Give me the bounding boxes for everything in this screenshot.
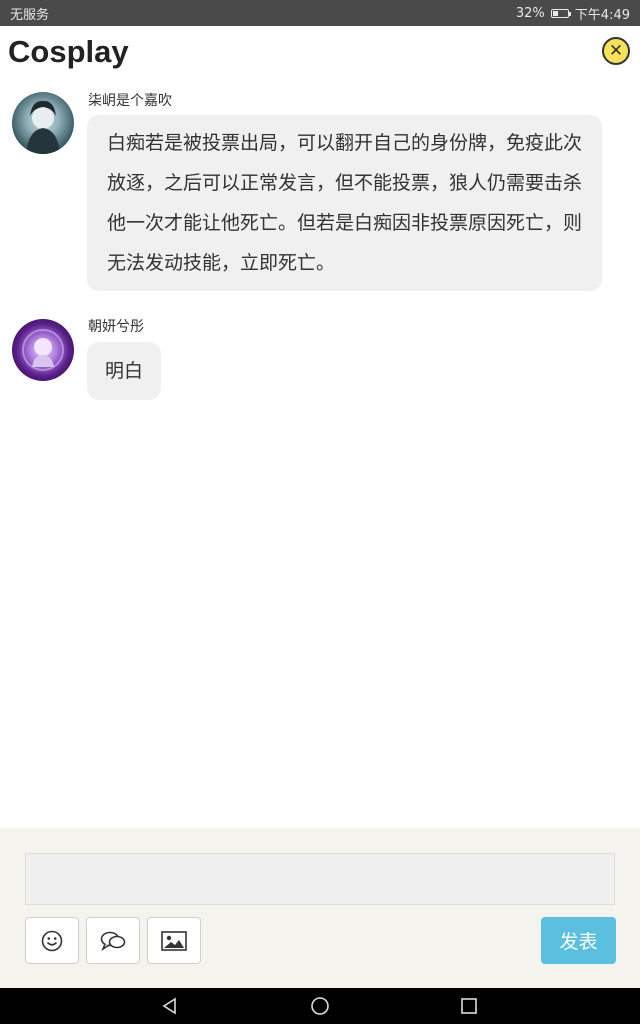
emoji-button[interactable] bbox=[25, 917, 79, 964]
message-bubble[interactable]: 白痴若是被投票出局，可以翻开自己的身份牌，免疫此次放逐，之后可以正常发言，但不能… bbox=[87, 115, 602, 291]
chat-bubbles-icon bbox=[100, 931, 126, 951]
sender-name: 朝妍兮彤 bbox=[88, 319, 144, 335]
battery-level bbox=[552, 10, 558, 16]
quick-reply-button[interactable] bbox=[86, 917, 140, 964]
close-icon: ✕ bbox=[608, 40, 624, 61]
message-list[interactable]: 柒岄是个嘉吹 白痴若是被投票出局，可以翻开自己的身份牌，免疫此次放逐，之后可以正… bbox=[0, 80, 640, 828]
image-icon bbox=[161, 930, 187, 951]
navigation-bar bbox=[0, 988, 640, 1024]
home-button[interactable] bbox=[310, 996, 330, 1016]
header: Cosplay ✕ bbox=[0, 26, 640, 80]
sender-name: 柒岄是个嘉吹 bbox=[88, 93, 172, 109]
image-button[interactable] bbox=[147, 917, 201, 964]
back-icon bbox=[162, 997, 176, 1015]
battery-percent: 32% bbox=[515, 5, 545, 21]
carrier-label: 无服务 bbox=[10, 7, 50, 23]
recents-button[interactable] bbox=[459, 996, 479, 1016]
close-button[interactable]: ✕ bbox=[602, 37, 630, 65]
avatar[interactable] bbox=[12, 319, 74, 381]
message-bubble[interactable]: 明白 bbox=[87, 342, 162, 400]
avatar-image bbox=[26, 100, 60, 154]
composer: 发表 bbox=[0, 828, 640, 988]
back-button[interactable] bbox=[160, 996, 180, 1016]
battery-icon bbox=[550, 8, 571, 18]
status-bar: 无服务 32% 下午4:49 bbox=[0, 0, 640, 26]
avatar-image bbox=[22, 329, 64, 371]
recents-icon bbox=[461, 998, 477, 1014]
emoji-icon bbox=[41, 930, 63, 951]
clock: 下午4:49 bbox=[574, 7, 630, 23]
home-icon bbox=[311, 997, 329, 1015]
page-title: Cosplay bbox=[8, 34, 129, 69]
avatar[interactable] bbox=[12, 92, 74, 154]
message-input[interactable] bbox=[25, 853, 615, 905]
send-button[interactable]: 发表 bbox=[541, 917, 616, 964]
status-indicators: 32% 下午4:49 bbox=[516, 4, 630, 23]
